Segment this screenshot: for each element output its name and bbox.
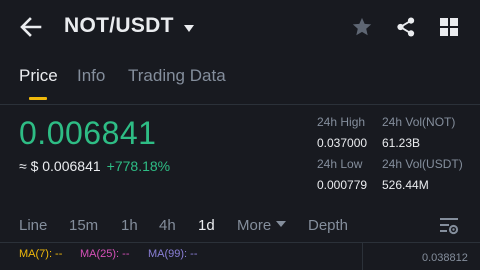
share-icon[interactable] bbox=[395, 16, 417, 38]
interval-line[interactable]: Line bbox=[19, 217, 47, 234]
interval-15m[interactable]: 15m bbox=[69, 217, 98, 234]
price-change-percent: +778.18% bbox=[106, 158, 171, 174]
coin-detail-screen: NOT/USDT Price Info Trading Data 0.00684… bbox=[0, 0, 480, 270]
chart-axis-price: 0.038812 bbox=[422, 252, 468, 264]
ma25-indicator: MA(25): -- bbox=[80, 248, 130, 260]
vol-base-label: 24h Vol(NOT) bbox=[382, 115, 456, 129]
pair-title[interactable]: NOT/USDT bbox=[64, 14, 174, 38]
chart-gridline bbox=[362, 243, 363, 270]
caret-down-icon[interactable] bbox=[183, 21, 195, 32]
tabs-divider bbox=[0, 104, 480, 105]
interval-4h[interactable]: 4h bbox=[159, 217, 176, 234]
high-label: 24h High bbox=[317, 115, 366, 129]
caret-down-icon bbox=[276, 221, 287, 227]
ma99-indicator: MA(99): -- bbox=[148, 248, 198, 260]
low-value: 0.000779 bbox=[317, 178, 368, 192]
ma7-indicator: MA(7): -- bbox=[19, 248, 63, 260]
vol-quote-value: 526.44M bbox=[382, 178, 429, 192]
chart-divider bbox=[0, 242, 480, 243]
header: NOT/USDT bbox=[0, 0, 480, 56]
tab-price[interactable]: Price bbox=[19, 66, 58, 86]
high-value: 0.037000 bbox=[317, 136, 368, 150]
low-label: 24h Low bbox=[317, 157, 363, 171]
tab-trading-data[interactable]: Trading Data bbox=[128, 66, 226, 86]
star-icon[interactable] bbox=[351, 16, 373, 38]
chart-settings-icon[interactable] bbox=[438, 215, 460, 237]
tab-info[interactable]: Info bbox=[77, 66, 105, 86]
usd-price: ≈ $ 0.006841 bbox=[19, 158, 101, 174]
last-price: 0.006841 bbox=[19, 115, 157, 151]
interval-depth[interactable]: Depth bbox=[308, 217, 348, 234]
price-subline: ≈ $ 0.006841 +778.18% bbox=[19, 158, 170, 174]
interval-1d[interactable]: 1d bbox=[198, 217, 215, 234]
vol-base-value: 61.23B bbox=[382, 136, 421, 150]
back-arrow-icon[interactable] bbox=[18, 14, 44, 40]
interval-1h[interactable]: 1h bbox=[121, 217, 138, 234]
interval-more[interactable]: More bbox=[237, 217, 287, 234]
active-tab-indicator bbox=[29, 97, 47, 100]
interval-more-label: More bbox=[237, 217, 272, 234]
vol-quote-label: 24h Vol(USDT) bbox=[382, 157, 463, 171]
grid-icon[interactable] bbox=[439, 17, 459, 37]
